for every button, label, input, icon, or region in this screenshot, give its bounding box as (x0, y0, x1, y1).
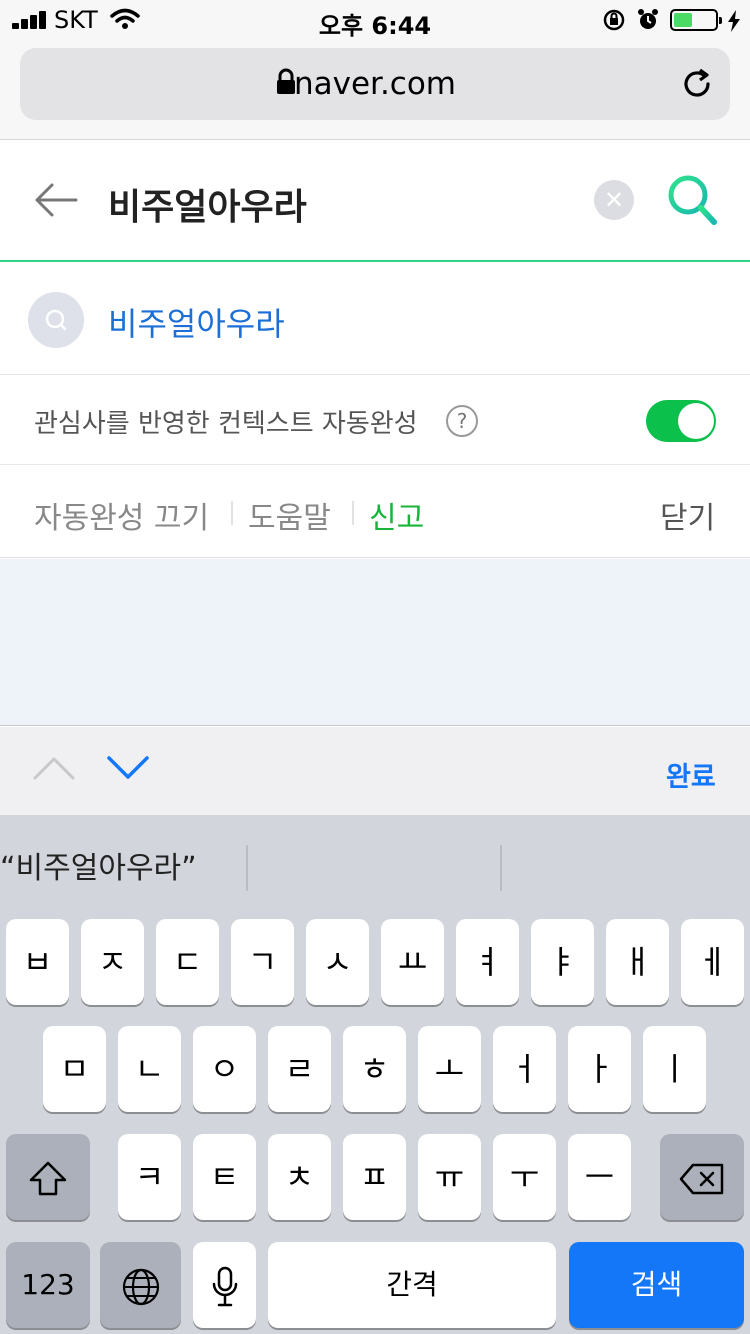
key[interactable]: ㅛ (381, 919, 444, 1005)
help-link[interactable]: 도움말 (248, 493, 331, 537)
key[interactable]: ㄱ (231, 919, 294, 1005)
key[interactable]: ㅇ (193, 1026, 256, 1112)
address-bar[interactable]: naver.com (20, 48, 730, 120)
key[interactable]: ㅊ (268, 1134, 331, 1220)
divider (231, 501, 233, 525)
shift-key[interactable] (6, 1134, 90, 1220)
suggestion-search-icon (28, 292, 84, 348)
key[interactable]: ㅈ (81, 919, 144, 1005)
charging-bolt-icon (728, 10, 740, 32)
key[interactable]: ㅐ (606, 919, 669, 1005)
close-icon: ✕ (603, 186, 625, 214)
dictation-key[interactable] (193, 1242, 256, 1328)
key[interactable]: ㅗ (418, 1026, 481, 1112)
divider (352, 501, 354, 525)
key[interactable]: ㄷ (156, 919, 219, 1005)
prediction-divider (500, 845, 502, 891)
keyboard-accessory-bar: 완료 (0, 727, 750, 815)
help-icon[interactable]: ? (446, 405, 478, 437)
key[interactable]: ㅣ (643, 1026, 706, 1112)
key[interactable]: ㄹ (268, 1026, 331, 1112)
status-bar: SKT 오후 6:44 (0, 0, 750, 40)
numbers-key[interactable]: 123 (6, 1242, 90, 1328)
done-button[interactable]: 완료 (666, 755, 716, 794)
key[interactable]: ㅑ (531, 919, 594, 1005)
browser-chrome: SKT 오후 6:44 naver.com (0, 0, 750, 140)
page-background (0, 559, 750, 726)
key[interactable]: ㅠ (418, 1134, 481, 1220)
chevron-down-icon[interactable] (106, 755, 150, 781)
clear-button[interactable]: ✕ (594, 180, 634, 220)
reload-icon[interactable] (680, 66, 716, 102)
context-autocomplete-label: 관심사를 반영한 컨텍스트 자동완성 (34, 409, 418, 439)
autocomplete-footer: 자동완성 끄기 도움말 신고 닫기 (0, 465, 750, 558)
key[interactable]: ㅜ (493, 1134, 556, 1220)
autocomplete-off-link[interactable]: 자동완성 끄기 (34, 493, 209, 537)
context-autocomplete-toggle[interactable] (646, 400, 716, 442)
key[interactable]: ㅓ (493, 1026, 556, 1112)
autocomplete-item[interactable]: 비주얼아우라 (0, 262, 750, 375)
alarm-icon (638, 9, 658, 29)
delete-key[interactable] (660, 1134, 744, 1220)
space-key[interactable]: 간격 (268, 1242, 556, 1328)
rotation-lock-icon (603, 9, 625, 31)
shift-icon (29, 1161, 67, 1196)
suggestion-text: 비주얼아우라 (108, 305, 285, 343)
key[interactable]: ㅅ (306, 919, 369, 1005)
keyboard: “비주얼아우라” ㅂ ㅈ ㄷ ㄱ ㅅ ㅛ ㅕ ㅑ ㅐ ㅔ ㅁ ㄴ ㅇ ㄹ ㅎ ㅗ… (0, 815, 750, 1334)
search-header: 비주얼아우라 ✕ (0, 140, 750, 262)
search-key[interactable]: 검색 (569, 1242, 744, 1328)
toggle-knob (678, 403, 714, 439)
globe-icon (122, 1268, 159, 1306)
key[interactable]: ㅌ (193, 1134, 256, 1220)
report-link[interactable]: 신고 (369, 493, 424, 537)
key[interactable]: ㅕ (456, 919, 519, 1005)
search-icon[interactable] (664, 172, 720, 228)
chevron-up-icon[interactable] (32, 755, 76, 781)
key[interactable]: ㅎ (343, 1026, 406, 1112)
prediction-divider (246, 845, 248, 891)
microphone-icon (212, 1266, 237, 1307)
prediction-suggestion[interactable]: “비주얼아우라” (0, 843, 197, 887)
key[interactable]: ㅁ (43, 1026, 106, 1112)
url-text: naver.com (293, 66, 457, 102)
key[interactable]: ㅔ (681, 919, 744, 1005)
globe-key[interactable] (100, 1242, 181, 1328)
context-autocomplete-row: 관심사를 반영한 컨텍스트 자동완성 ? (0, 375, 750, 465)
back-arrow-icon[interactable] (32, 180, 80, 220)
search-input[interactable]: 비주얼아우라 (108, 178, 307, 230)
key[interactable]: ㅋ (118, 1134, 181, 1220)
key[interactable]: ㅡ (568, 1134, 631, 1220)
key[interactable]: ㅏ (568, 1026, 631, 1112)
close-link[interactable]: 닫기 (660, 493, 715, 537)
backspace-icon (679, 1163, 724, 1195)
key[interactable]: ㅂ (6, 919, 69, 1005)
key[interactable]: ㅍ (343, 1134, 406, 1220)
key[interactable]: ㄴ (118, 1026, 181, 1112)
battery-icon (670, 9, 722, 31)
